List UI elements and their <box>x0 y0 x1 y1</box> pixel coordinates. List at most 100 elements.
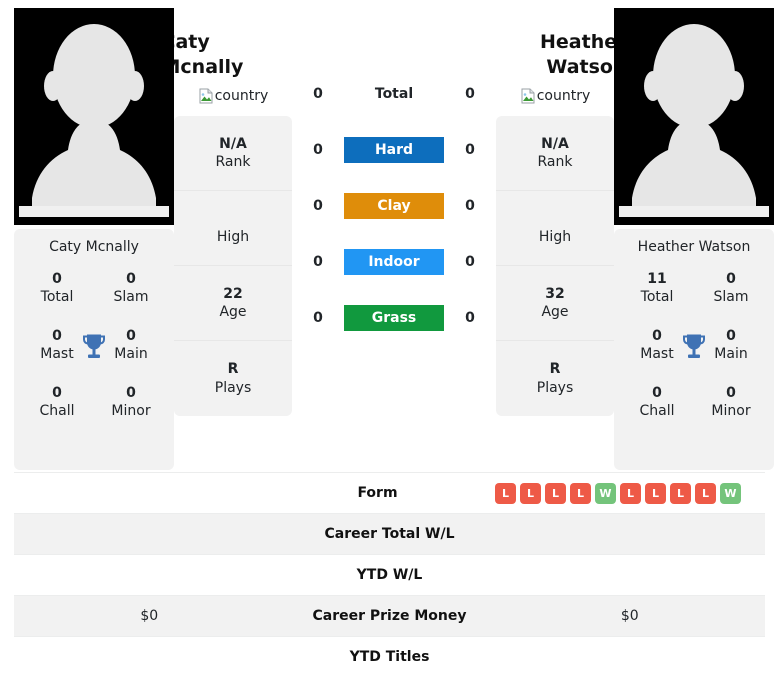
stat-value: 0 <box>52 385 62 401</box>
stat-minor: 0 Minor <box>94 385 168 420</box>
form-badges-list: LLLLWLLLLW <box>483 482 766 504</box>
right-info-column: Heather Watson country N/A Rank High 32 … <box>496 8 627 417</box>
info-age: 22 Age <box>174 266 292 342</box>
surface-pill-hard[interactable]: Hard <box>344 137 444 163</box>
left-info-column: Caty Mcnally country N/A Rank High 22 Ag… <box>162 8 292 417</box>
info-rank: N/A Rank <box>174 116 292 192</box>
surface-left-value: 0 <box>313 254 323 270</box>
player-silhouette-icon <box>614 8 774 225</box>
form-badge-l[interactable]: L <box>695 482 716 504</box>
info-value: 32 <box>545 285 565 302</box>
form-badge-l[interactable]: L <box>620 482 641 504</box>
right-country-flag: country <box>520 88 591 105</box>
form-badge-l[interactable]: L <box>670 482 691 504</box>
surface-row-total: 0 Total 0 <box>292 66 496 122</box>
stat-value: 0 <box>652 385 662 401</box>
info-plays: R Plays <box>496 341 614 416</box>
surface-titles-column: 0 Total 0 0 Hard 0 0 Clay 0 0 Indoor 0 0 <box>292 8 496 346</box>
right-player-name: Heather Watson <box>540 31 627 79</box>
form-badge-w[interactable]: W <box>720 482 741 504</box>
row-label-career-prize-money: Career Prize Money <box>312 608 467 624</box>
left-player-photo <box>14 8 174 225</box>
left-card-player-name: Caty Mcnally <box>49 239 139 255</box>
stat-slam: 0 Slam <box>94 271 168 306</box>
left-player-column: Caty Mcnally 0 Total 0 Slam 0 Mast 0 Mai… <box>14 8 174 470</box>
form-badge-w[interactable]: W <box>595 482 616 504</box>
info-label: Plays <box>214 379 252 396</box>
comparison-header: Caty Mcnally 0 Total 0 Slam 0 Mast 0 Mai… <box>0 0 779 472</box>
surface-left-value: 0 <box>313 86 323 102</box>
table-row-ytd-wl: YTD W/L <box>14 554 765 595</box>
info-label: High <box>538 229 572 246</box>
surface-pill-total[interactable]: Total <box>344 81 444 107</box>
right-titles-card: Heather Watson 11 Total 0 Slam 0 Mast 0 … <box>614 229 774 470</box>
left-info-card: N/A Rank High 22 Age R Plays <box>174 116 292 417</box>
stat-label: Chall <box>39 402 75 419</box>
stat-label: Minor <box>111 402 151 419</box>
table-row-career-prize-money: $0 Career Prize Money $0 <box>14 595 765 636</box>
right-info-card: N/A Rank High 32 Age R Plays <box>496 116 614 417</box>
surface-right-value: 0 <box>465 198 475 214</box>
form-badge-l[interactable]: L <box>570 482 591 504</box>
comparison-table: Form LLLLWLLLLW Career Total W/L YTD W/L… <box>0 472 779 677</box>
stat-value: 0 <box>726 385 736 401</box>
surface-pill-indoor[interactable]: Indoor <box>344 249 444 275</box>
stat-value: 0 <box>726 271 736 287</box>
table-row-form: Form LLLLWLLLLW <box>14 472 765 513</box>
stat-label: Minor <box>711 402 751 419</box>
surface-pill-clay[interactable]: Clay <box>344 193 444 219</box>
stat-label: Total <box>40 288 74 305</box>
info-value: N/A <box>541 135 569 152</box>
info-plays: R Plays <box>174 341 292 416</box>
info-label: Age <box>541 304 569 321</box>
left-player-name: Caty Mcnally <box>161 31 244 79</box>
surface-row-indoor: 0 Indoor 0 <box>292 234 496 290</box>
stat-value: 11 <box>647 271 667 287</box>
surface-pill-grass[interactable]: Grass <box>344 305 444 331</box>
info-rank: N/A Rank <box>496 116 614 192</box>
form-badge-l[interactable]: L <box>645 482 666 504</box>
info-value: 22 <box>223 285 243 302</box>
broken-image-icon <box>199 88 213 104</box>
surface-left-value: 0 <box>313 310 323 326</box>
surface-right-value: 0 <box>465 310 475 326</box>
stat-value: 0 <box>52 271 62 287</box>
stat-chall: 0 Chall <box>20 385 94 420</box>
stat-label: Slam <box>113 288 149 305</box>
right-player-column: Heather Watson 11 Total 0 Slam 0 Mast 0 … <box>614 8 774 470</box>
left-country-alt-text: country <box>214 88 269 105</box>
surface-row-clay: 0 Clay 0 <box>292 178 496 234</box>
stat-label: Total <box>640 288 674 305</box>
surface-row-grass: 0 Grass 0 <box>292 290 496 346</box>
info-value: R <box>227 361 239 378</box>
trophy-icon <box>681 332 707 360</box>
row-label-ytd-titles: YTD Titles <box>349 649 430 665</box>
stat-chall: 0 Chall <box>620 385 694 420</box>
info-value: R <box>549 361 561 378</box>
stat-label: Chall <box>639 402 675 419</box>
surface-left-value: 0 <box>313 198 323 214</box>
left-country-flag: country <box>198 88 269 105</box>
info-age: 32 Age <box>496 266 614 342</box>
right-country-alt-text: country <box>536 88 591 105</box>
left-titles-card: Caty Mcnally 0 Total 0 Slam 0 Mast 0 Mai… <box>14 229 174 470</box>
career-prize-money-left: $0 <box>140 608 159 624</box>
info-label: High <box>216 229 250 246</box>
surface-left-value: 0 <box>313 142 323 158</box>
table-row-career-total-wl: Career Total W/L <box>14 513 765 554</box>
stat-slam: 0 Slam <box>694 271 768 306</box>
left-titles-grid: 0 Total 0 Slam 0 Mast 0 Main 0 Chall 0 M… <box>20 271 168 420</box>
info-value: N/A <box>219 135 247 152</box>
stat-total: 0 Total <box>20 271 94 306</box>
surface-right-value: 0 <box>465 86 475 102</box>
form-badge-l[interactable]: L <box>495 482 516 504</box>
surface-right-value: 0 <box>465 142 475 158</box>
info-label: Rank <box>537 154 573 171</box>
form-badge-l[interactable]: L <box>545 482 566 504</box>
broken-image-icon <box>521 88 535 104</box>
form-badge-l[interactable]: L <box>520 482 541 504</box>
stat-value: 0 <box>126 271 136 287</box>
stat-value: 0 <box>126 385 136 401</box>
info-label: Plays <box>536 379 574 396</box>
row-label-form: Form <box>357 485 398 501</box>
